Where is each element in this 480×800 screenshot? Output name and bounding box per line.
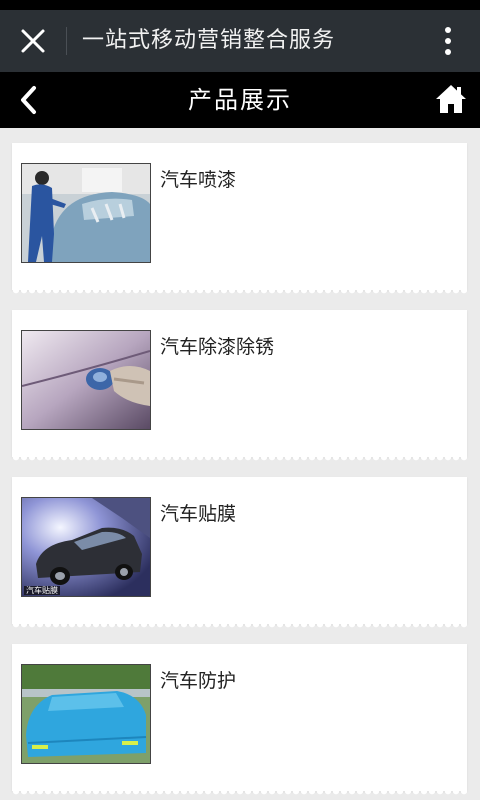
product-card[interactable]: 汽车防护 — [12, 644, 467, 797]
product-thumbnail — [21, 664, 151, 764]
more-vertical-icon — [445, 27, 451, 55]
product-name: 汽车喷漆 — [160, 169, 237, 191]
chevron-left-icon — [21, 86, 36, 114]
more-menu-button[interactable] — [440, 26, 456, 56]
product-thumbnail — [21, 330, 151, 430]
home-button[interactable] — [434, 82, 468, 116]
close-icon — [21, 29, 45, 53]
app-top-bar: 一站式移动营销整合服务 — [0, 10, 480, 72]
product-list: 汽车喷漆 汽车除漆除锈 汽车贴膜 汽车贴膜 汽车防护 — [0, 128, 480, 800]
product-name: 汽车贴膜 — [160, 503, 237, 525]
title-divider — [66, 27, 67, 55]
page-header: 产品展示 — [0, 72, 480, 128]
status-bar — [0, 0, 480, 10]
product-thumbnail: 汽车贴膜 — [21, 497, 151, 597]
product-thumbnail — [21, 163, 151, 263]
close-button[interactable] — [16, 24, 50, 58]
page-title: 产品展示 — [188, 86, 292, 114]
thumbnail-caption: 汽车贴膜 — [24, 586, 60, 595]
back-button[interactable] — [14, 84, 46, 116]
home-icon — [436, 85, 466, 113]
product-name: 汽车防护 — [160, 670, 237, 692]
product-card[interactable]: 汽车贴膜 汽车贴膜 — [12, 477, 467, 630]
product-card[interactable]: 汽车喷漆 — [12, 143, 467, 296]
product-name: 汽车除漆除锈 — [160, 336, 275, 358]
app-title: 一站式移动营销整合服务 — [82, 28, 336, 53]
product-card[interactable]: 汽车除漆除锈 — [12, 310, 467, 463]
